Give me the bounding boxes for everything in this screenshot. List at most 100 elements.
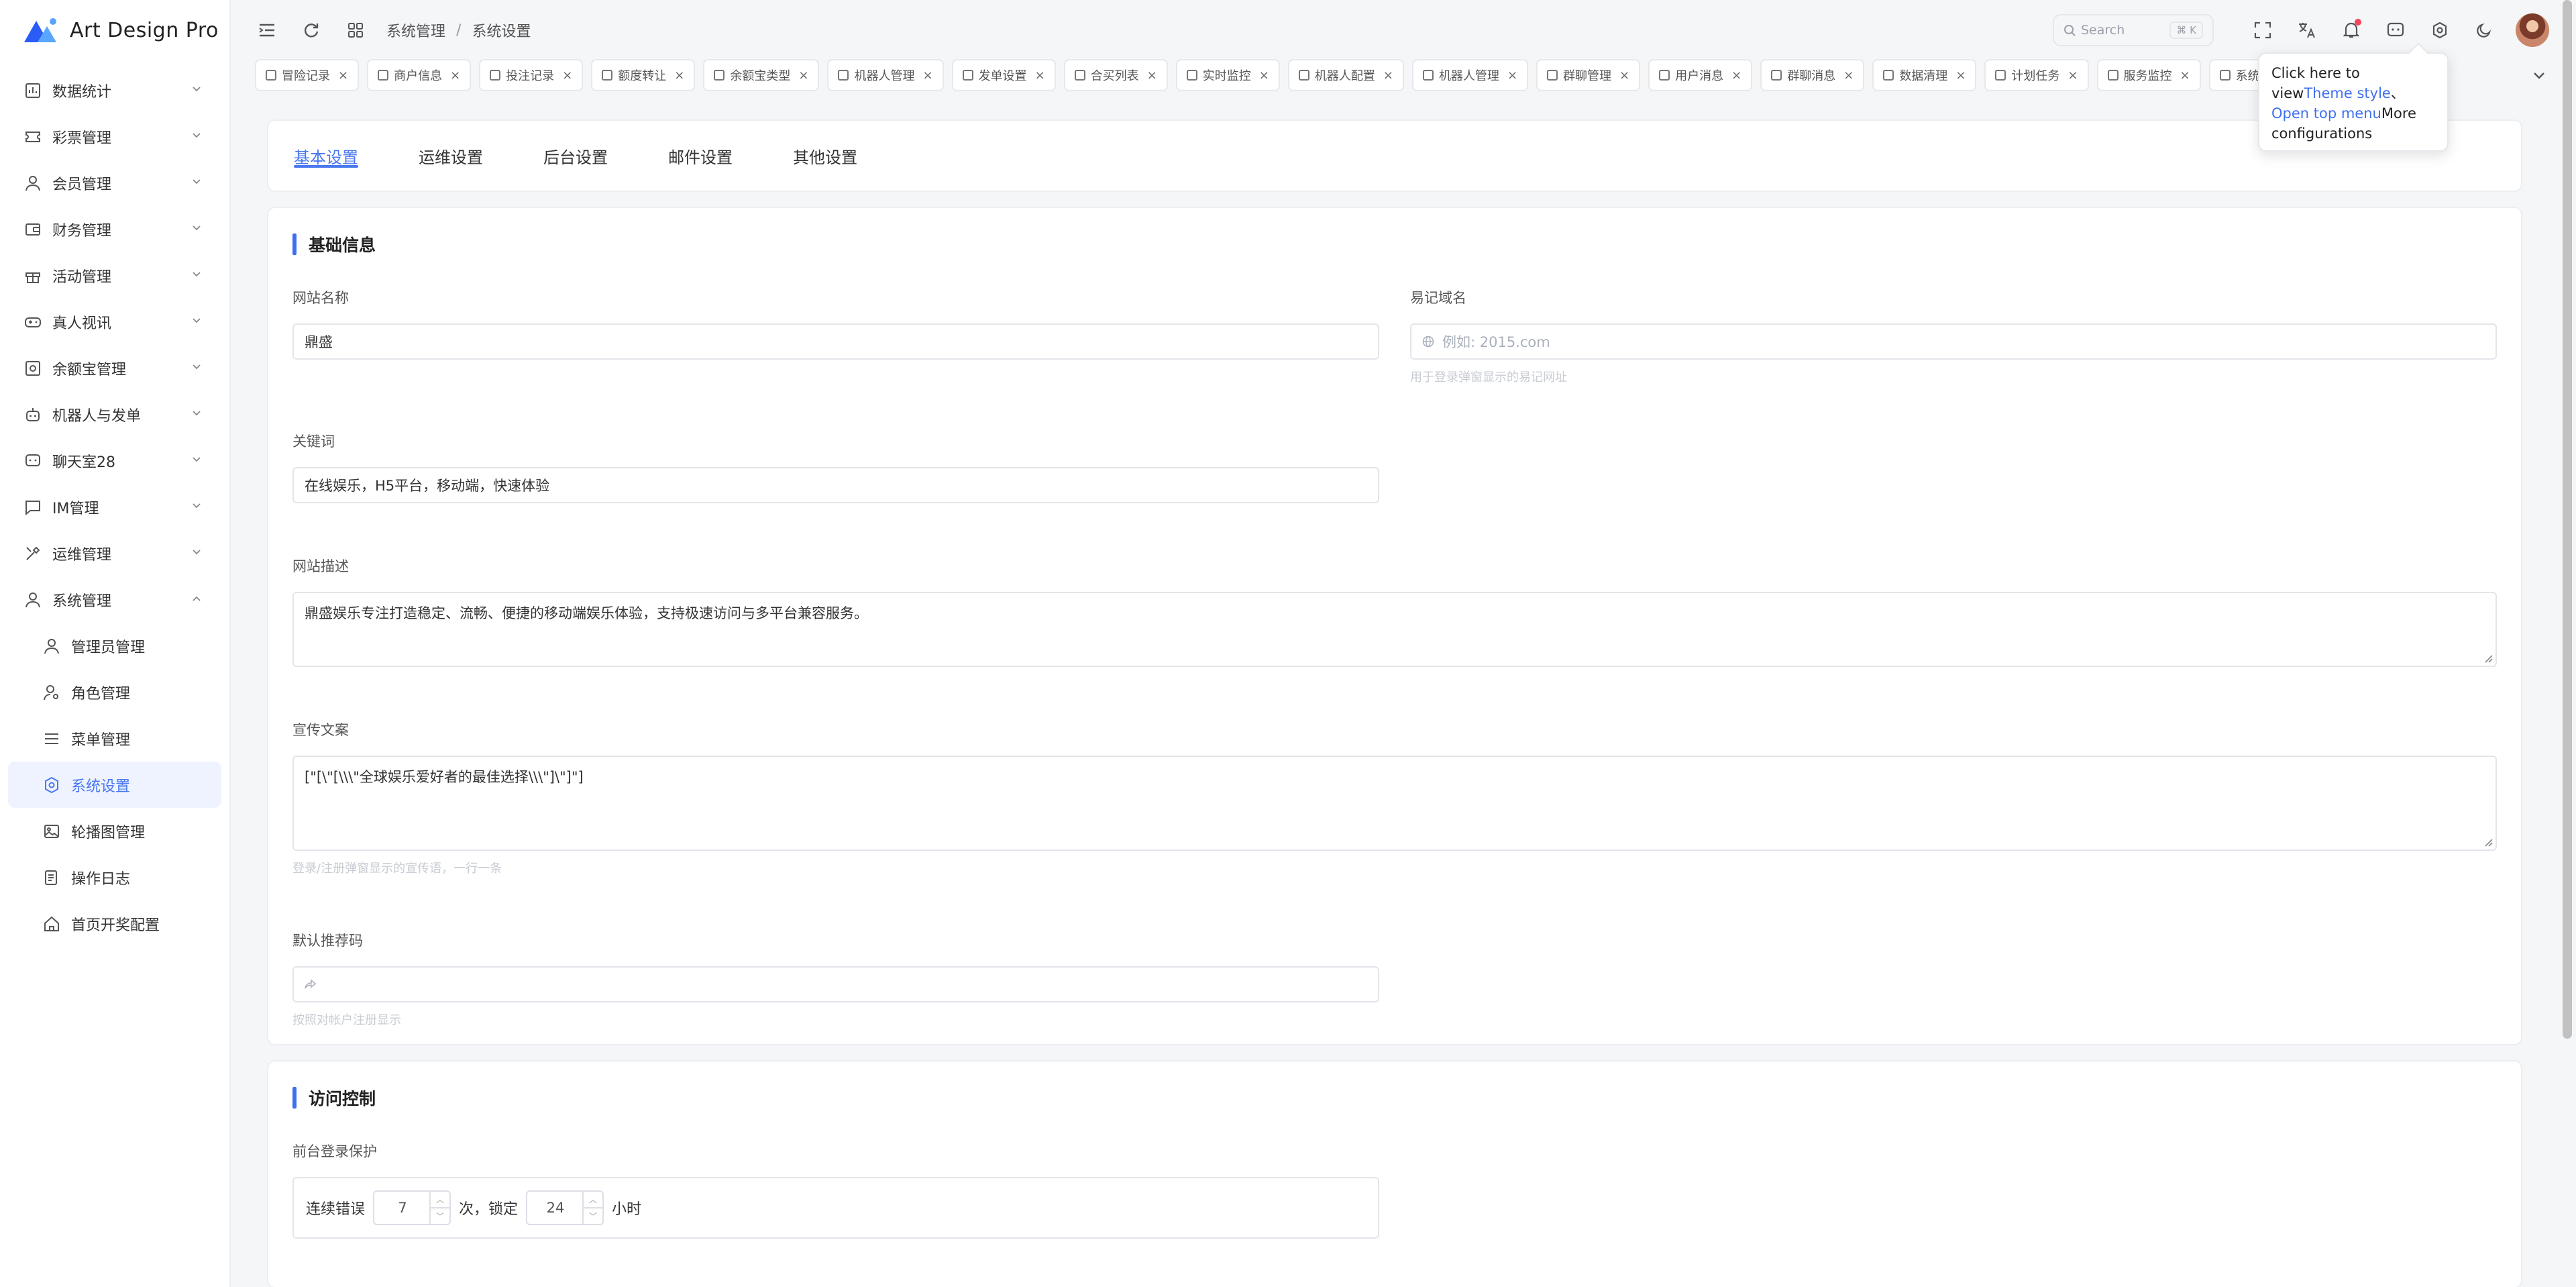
page-tab[interactable]: 机器人管理 × [827,59,944,91]
sidebar-subitem[interactable]: 轮播图管理 [8,808,221,854]
sidebar-subitem[interactable]: 系统设置 [8,762,221,808]
settings-tab[interactable]: 后台设置 [543,119,608,192]
page-tab[interactable]: 投注记录 × [479,59,584,91]
close-icon[interactable]: × [450,68,460,83]
description-textarea[interactable]: 鼎盛娱乐专注打造稳定、流畅、便捷的移动端娱乐体验，支持极速访问与多平台兼容服务。 [292,592,2497,667]
sidebar-item[interactable]: 活动管理 [8,252,221,299]
resize-handle-icon[interactable] [2482,652,2493,663]
page-tab[interactable]: 额度转让 × [591,59,696,91]
sidebar-item-label: IM管理 [52,500,99,517]
apps-grid-icon[interactable] [341,15,370,45]
close-icon[interactable]: × [674,68,684,83]
user-icon [24,591,42,609]
lock-hours-stepper[interactable]: 24 ︿ ﹀ [526,1190,604,1225]
sidebar-item[interactable]: 运维管理 [8,530,221,576]
menu-collapse-icon[interactable] [252,15,282,45]
page-tab[interactable]: 计划任务 × [1984,59,2089,91]
page-tab[interactable]: 余额宝类型 × [703,59,820,91]
gear-icon[interactable] [2424,15,2455,46]
translate-icon[interactable] [2292,15,2322,46]
settings-tab[interactable]: 运维设置 [419,119,483,192]
site-name-input[interactable]: 鼎盛 [292,323,1379,360]
sidebar-item[interactable]: 机器人与发单 [8,391,221,437]
menu-icon [43,730,60,748]
sidebar-item[interactable]: 数据统计 [8,67,221,113]
sidebar-item[interactable]: 财务管理 [8,206,221,252]
chevron-down-icon[interactable]: ﹀ [431,1208,449,1224]
chevron-down-icon[interactable]: ﹀ [584,1208,602,1224]
sidebar-item[interactable]: 聊天室28 [8,437,221,484]
robot-icon [24,406,42,423]
attempts-stepper[interactable]: 7 ︿ ﹀ [373,1190,451,1225]
search-input[interactable]: Search ⌘ K [2053,14,2214,46]
page-tab[interactable]: 冒险记录 × [255,59,360,91]
sidebar-item[interactable]: 余额宝管理 [8,345,221,391]
page-tab[interactable]: 实时监控 × [1175,59,1280,91]
sidebar-subitem-label: 操作日志 [71,870,131,888]
close-icon[interactable]: × [2180,68,2190,83]
close-icon[interactable]: × [922,68,932,83]
chevron-up-icon[interactable]: ︿ [431,1192,450,1208]
sidebar-subitem[interactable]: 管理员管理 [8,623,221,669]
resize-handle-icon[interactable] [2482,836,2493,847]
sidebar-subitem[interactable]: 首页开奖配置 [8,900,221,947]
sidebar-subitem[interactable]: 角色管理 [8,669,221,715]
slogan-label: 宣传文案 [292,722,349,738]
tab-page-icon [1422,70,1434,81]
close-icon[interactable]: × [562,68,572,83]
page-tab[interactable]: 用户消息 × [1648,59,1753,91]
page-tab[interactable]: 数据清理 × [1872,59,1977,91]
bell-icon[interactable] [2336,15,2367,46]
domain-hint: 用于登录弹窗显示的易记网址 [1410,370,1567,384]
logo[interactable]: Art Design Pro [0,0,229,60]
page-tab[interactable]: 群聊管理 × [1536,59,1641,91]
close-icon[interactable]: × [1731,68,1741,83]
breadcrumb-item[interactable]: 系统管理 [386,19,445,41]
close-icon[interactable]: × [338,68,348,83]
sidebar-item[interactable]: 真人视讯 [8,299,221,345]
sidebar-item[interactable]: 彩票管理 [8,113,221,160]
chevron-up-icon[interactable]: ︿ [584,1192,603,1208]
close-icon[interactable]: × [2068,68,2078,83]
close-icon[interactable]: × [1259,68,1269,83]
page-scrollbar[interactable] [2563,0,2572,1039]
settings-tab[interactable]: 基本设置 [294,119,358,192]
page-tab[interactable]: 机器人配置 × [1287,59,1404,91]
close-icon[interactable]: × [1147,68,1157,83]
page-tab[interactable]: 群聊消息 × [1760,59,1865,91]
sidebar-item[interactable]: 会员管理 [8,160,221,206]
settings-tab[interactable]: 其他设置 [793,119,857,192]
section-accent-bar [292,234,297,255]
keywords-input[interactable]: 在线娱乐，H5平台，移动端，快速体验 [292,467,1379,503]
close-icon[interactable]: × [798,68,808,83]
close-icon[interactable]: × [1955,68,1966,83]
chat-icon[interactable] [2380,15,2411,46]
sidebar-subitem[interactable]: 操作日志 [8,854,221,900]
fullscreen-icon[interactable] [2247,15,2278,46]
refresh-icon[interactable] [297,15,326,45]
close-icon[interactable]: × [1383,68,1393,83]
tooltip-link-theme[interactable]: Theme style [2304,85,2390,101]
page-tab[interactable]: 商户信息 × [367,59,472,91]
settings-tab[interactable]: 邮件设置 [668,119,733,192]
sidebar-subitem[interactable]: 菜单管理 [8,715,221,762]
page-tab[interactable]: 合买列表 × [1063,59,1168,91]
close-icon[interactable]: × [1619,68,1629,83]
ref-code-input[interactable] [292,966,1379,1002]
domain-input[interactable]: 例如: 2015.com [1410,323,2497,360]
avatar[interactable] [2516,13,2549,47]
sidebar-item[interactable]: 系统管理 [8,576,221,623]
page-tab[interactable]: 机器人管理 × [1411,59,1529,91]
page-tab[interactable]: 服务监控 × [2096,59,2201,91]
slogan-hint: 登录/注册弹窗显示的宣传语，一行一条 [292,862,502,876]
close-icon[interactable]: × [1507,68,1517,83]
chevron-down-icon[interactable] [2529,66,2549,86]
close-icon[interactable]: × [1035,68,1045,83]
close-icon[interactable]: × [1843,68,1854,83]
dark-mode-icon[interactable] [2469,15,2500,46]
page-tab[interactable]: 发单设置 × [951,59,1056,91]
sidebar-item[interactable]: IM管理 [8,484,221,530]
page-tab-label: 合买列表 [1090,69,1139,83]
slogan-textarea[interactable]: ["[\"[\\\"全球娱乐爱好者的最佳选择\\\"]\"]"] [292,756,2497,851]
tooltip-link-top-menu[interactable]: Open top menu [2271,105,2381,121]
